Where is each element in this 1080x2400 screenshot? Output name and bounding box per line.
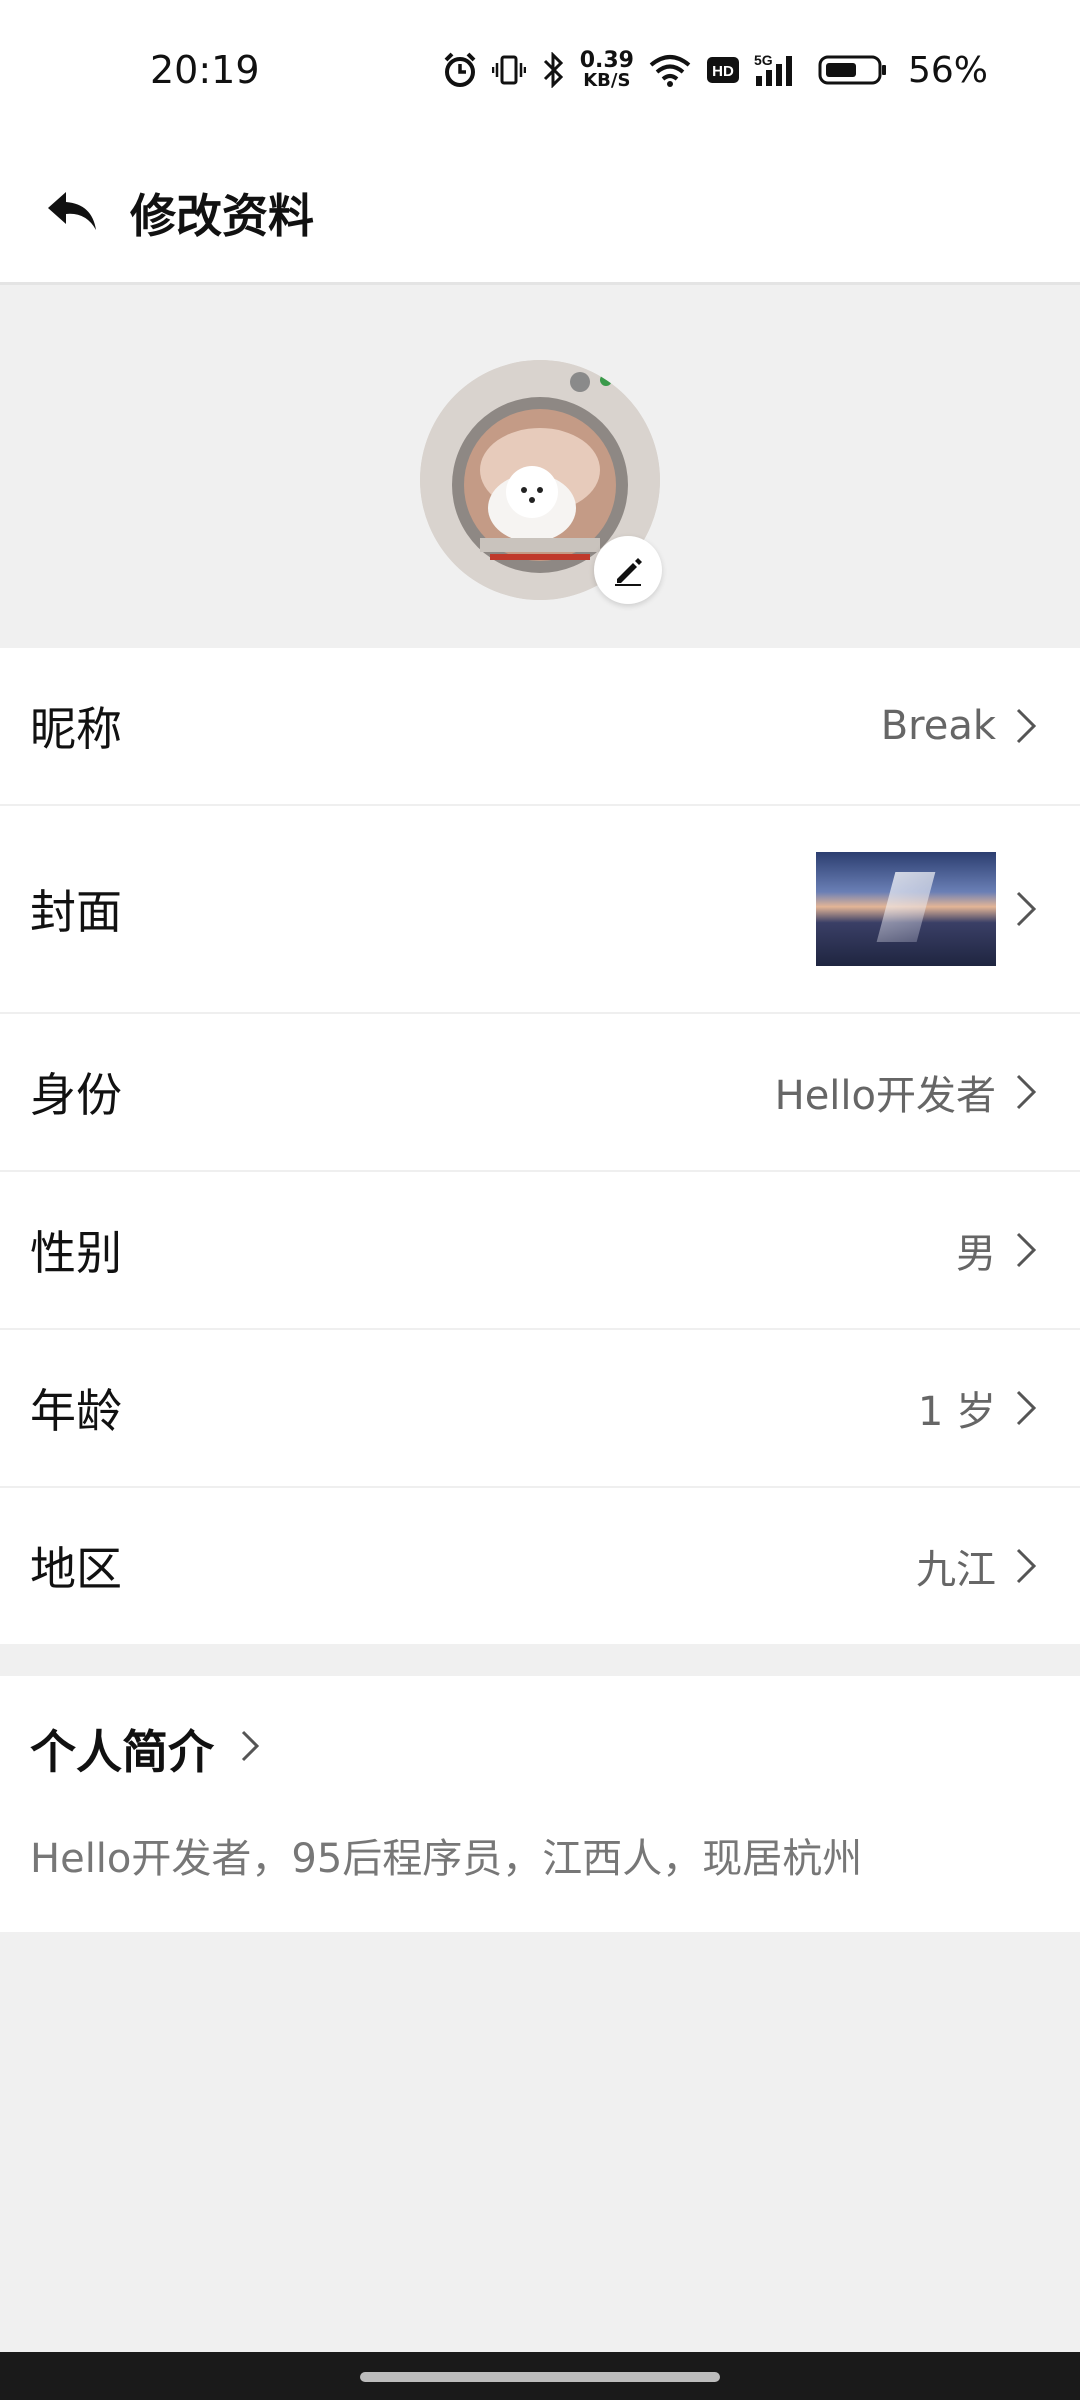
row-value: Break xyxy=(880,703,996,749)
row-label: 昵称 xyxy=(30,702,122,756)
row-value: Hello开发者 xyxy=(774,1073,996,1119)
page-title: 修改资料 xyxy=(130,189,314,243)
bio-section[interactable]: 个人简介 Hello开发者，95后程序员，江西人，现居杭州 xyxy=(0,1676,1080,1932)
row-label: 年龄 xyxy=(30,1384,122,1438)
status-bar: 20:19 0.39 KB/S HD 5G 56% xyxy=(0,0,1080,140)
status-time: 20:19 xyxy=(150,48,260,92)
chevron-right-icon xyxy=(1016,1548,1037,1584)
row-gender[interactable]: 性别 男 xyxy=(0,1172,1080,1330)
chevron-right-icon xyxy=(1016,891,1037,927)
battery-icon xyxy=(818,53,888,87)
bio-title: 个人简介 xyxy=(30,1725,214,1779)
chevron-right-icon xyxy=(1016,1074,1037,1110)
net-speed-value: 0.39 xyxy=(579,48,634,73)
net-speed: 0.39 KB/S xyxy=(580,50,634,90)
chevron-right-icon xyxy=(1016,708,1037,744)
avatar-edit-button[interactable] xyxy=(594,536,662,604)
status-icons: 0.39 KB/S HD 5G 56% xyxy=(442,42,988,98)
back-arrow-icon xyxy=(48,192,96,230)
header: 修改资料 xyxy=(0,140,1080,285)
hd-icon: HD xyxy=(706,56,740,84)
row-value: 1 岁 xyxy=(917,1389,996,1435)
row-value: 九江 xyxy=(916,1547,996,1593)
row-region[interactable]: 地区 九江 xyxy=(0,1488,1080,1644)
row-label: 封面 xyxy=(30,885,122,939)
svg-text:5G: 5G xyxy=(754,52,773,68)
profile-list: 昵称 Break 封面 身份 Hello开发者 性别 男 年龄 1 岁 地区 九… xyxy=(0,648,1080,1644)
system-nav-bar xyxy=(0,2352,1080,2400)
battery-percent: 56% xyxy=(907,49,988,91)
row-label: 身份 xyxy=(30,1068,122,1122)
wifi-icon xyxy=(648,53,692,87)
net-speed-unit: KB/S xyxy=(583,70,631,91)
cover-thumbnail xyxy=(816,852,996,966)
row-label: 地区 xyxy=(30,1542,122,1596)
pencil-icon xyxy=(615,558,642,586)
row-value: 男 xyxy=(956,1231,996,1277)
chevron-right-icon xyxy=(1016,1390,1037,1426)
chevron-right-icon xyxy=(241,1730,260,1762)
avatar-section xyxy=(0,288,1080,648)
alarm-icon xyxy=(442,51,478,89)
row-identity[interactable]: 身份 Hello开发者 xyxy=(0,1014,1080,1172)
chevron-right-icon xyxy=(1016,1232,1037,1268)
row-nickname[interactable]: 昵称 Break xyxy=(0,648,1080,806)
row-label: 性别 xyxy=(30,1226,122,1280)
row-age[interactable]: 年龄 1 岁 xyxy=(0,1330,1080,1488)
bluetooth-icon xyxy=(540,52,566,88)
back-button[interactable] xyxy=(40,180,104,244)
home-indicator[interactable] xyxy=(360,2372,720,2382)
signal-5g-icon: 5G xyxy=(754,52,804,88)
row-cover[interactable]: 封面 xyxy=(0,806,1080,1014)
vibrate-icon xyxy=(491,53,526,87)
svg-text:HD: HD xyxy=(712,63,734,80)
bio-text: Hello开发者，95后程序员，江西人，现居杭州 xyxy=(30,1836,863,1882)
